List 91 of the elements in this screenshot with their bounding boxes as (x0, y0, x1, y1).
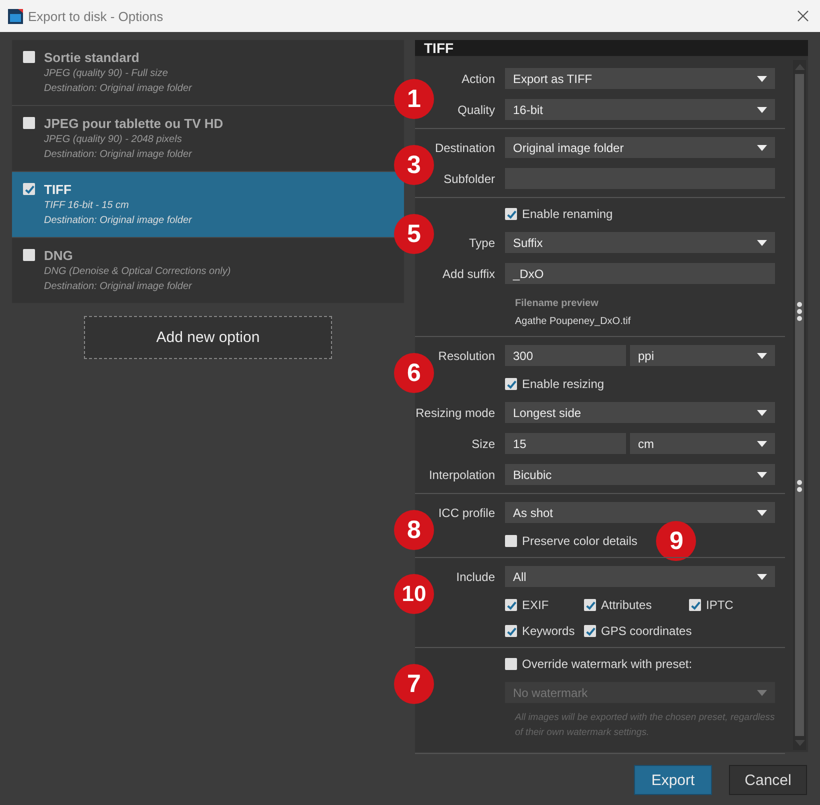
preset-item[interactable]: Sortie standard JPEG (quality 90) - Full size Destination: Original image folder (12, 40, 404, 105)
preset-item[interactable]: DNG DNG (Denoise & Optical Corrections only) Destination: Original image folder (12, 238, 404, 303)
number-badge: 8 (394, 510, 434, 550)
number-badge: 1 (394, 79, 434, 119)
field-label: Interpolation (428, 468, 496, 482)
checkbox[interactable] (23, 51, 35, 63)
number-badge: 9 (656, 521, 696, 561)
checkbox[interactable] (23, 117, 35, 129)
input-field[interactable]: 300 (505, 345, 626, 366)
number-badge: 5 (394, 214, 434, 254)
add-option-button[interactable]: Add new option (84, 316, 332, 359)
field-label: Quality (456, 102, 496, 116)
field-label: Resizing mode (415, 406, 496, 420)
checkbox-label: Enable resizing (522, 377, 604, 391)
caret-icon (757, 240, 767, 246)
checkbox-label: Attributes (601, 598, 652, 612)
dropdown[interactable]: Original image folder (505, 137, 775, 158)
checkbox[interactable] (505, 535, 517, 547)
caret-icon (757, 690, 767, 696)
dropdown[interactable]: Export as TIFF (505, 68, 775, 89)
number-badge: 7 (394, 664, 434, 704)
checkbox-label: IPTC (706, 598, 734, 612)
field-label: Resolution (437, 348, 496, 362)
checkbox[interactable] (505, 378, 517, 390)
checkbox-label: Enable renaming (522, 207, 613, 221)
preset-destination: Destination: Original image folder (44, 280, 193, 294)
caret-icon (757, 574, 767, 580)
preset-item[interactable]: TIFF TIFF 16-bit - 15 cm Destination: Original image folder (12, 172, 404, 237)
checkbox[interactable] (23, 183, 35, 195)
checkbox[interactable] (505, 658, 517, 670)
dropdown[interactable]: All (505, 566, 775, 587)
input-field[interactable]: _DxO (505, 263, 775, 284)
caret-icon (757, 76, 767, 82)
caret-icon (757, 144, 767, 150)
field-label: Subfolder (442, 172, 496, 186)
input-field[interactable]: 15 (505, 433, 626, 454)
number-badge: 10 (394, 574, 434, 614)
preset-details: DNG (Denoise & Optical Corrections only) (44, 265, 231, 279)
field-label: Action (460, 72, 496, 86)
field-label: Destination (434, 140, 496, 154)
field-label: ICC profile (437, 506, 496, 520)
checkbox-label: Preserve color details (522, 534, 638, 548)
field-label: Add suffix (442, 266, 496, 280)
panel-title: TIFF (415, 40, 808, 56)
preset-details: JPEG (quality 90) - 2048 pixels (44, 133, 183, 147)
dropdown[interactable]: Longest side (505, 402, 775, 423)
caret-icon (757, 472, 767, 478)
number-badge: 6 (394, 353, 434, 393)
caret-icon (757, 410, 767, 416)
field-label: Type (468, 236, 496, 250)
checkbox[interactable] (505, 599, 517, 611)
filename-preview: Agathe Poupeney_DxO.tif (515, 315, 632, 329)
field-label: Include (455, 570, 496, 584)
checkbox-label: GPS coordinates (601, 624, 692, 638)
preset-name: JPEG pour tablette ou TV HD (44, 116, 224, 132)
preset-details: TIFF 16-bit - 15 cm (44, 199, 130, 213)
dialog-button[interactable]: Cancel (729, 765, 807, 795)
checkbox[interactable] (689, 599, 701, 611)
window-title: Export to disk - Options (28, 8, 164, 24)
preset-destination: Destination: Original image folder (44, 82, 192, 96)
caret-icon (757, 510, 767, 516)
preset-destination: Destination: Original image folder (44, 148, 193, 162)
preset-name: Sortie standard (44, 50, 140, 66)
checkbox[interactable] (505, 208, 517, 220)
app-icon (8, 8, 23, 24)
number-badge: 3 (394, 145, 434, 185)
close-icon[interactable] (797, 10, 809, 22)
checkbox-label: EXIF (522, 598, 549, 612)
dropdown[interactable]: cm (630, 433, 775, 454)
preview-label: Filename preview (515, 297, 600, 311)
preset-item[interactable]: JPEG pour tablette ou TV HD JPEG (quality 90) - 2048 pixels Destination: Original image folder (12, 106, 404, 171)
checkbox[interactable] (505, 625, 517, 637)
checkbox[interactable] (23, 249, 35, 261)
preset-name: TIFF (44, 182, 72, 198)
dropdown[interactable]: Suffix (505, 232, 775, 253)
checkbox[interactable] (584, 625, 596, 637)
checkbox-label: Override watermark with preset: (522, 657, 692, 671)
dropdown[interactable]: 16-bit (505, 99, 775, 120)
caret-icon (757, 440, 767, 446)
dropdown[interactable]: As shot (505, 502, 775, 523)
preset-destination: Destination: Original image folder (44, 214, 192, 228)
preset-name: DNG (44, 248, 74, 264)
checkbox[interactable] (584, 599, 596, 611)
preset-details: JPEG (quality 90) - Full size (44, 67, 169, 81)
checkbox-label: Keywords (522, 624, 575, 638)
caret-icon (757, 352, 767, 358)
field-label: Size (470, 436, 496, 450)
dropdown[interactable]: Bicubic (505, 464, 775, 485)
dropdown[interactable]: ppi (630, 345, 775, 366)
caret-icon (757, 106, 767, 112)
dialog-button[interactable]: Export (634, 765, 712, 795)
